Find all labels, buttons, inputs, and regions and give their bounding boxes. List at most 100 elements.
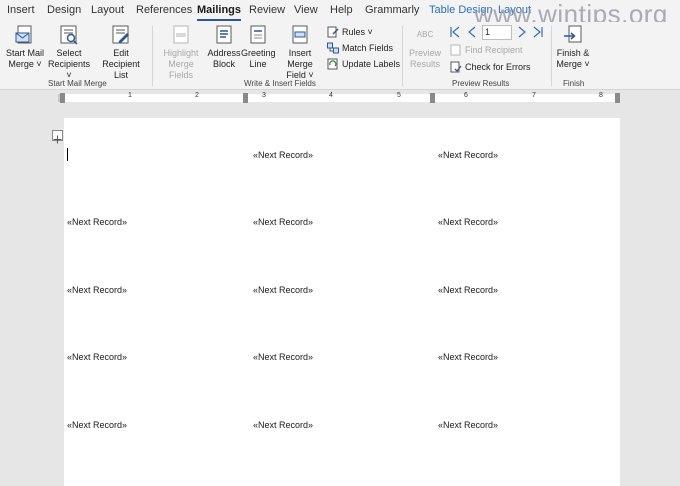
next-record-field[interactable]: «Next Record» [253,285,313,295]
rules-label: Rules ˅ [342,27,373,37]
ruler-number: 4 [329,92,333,99]
next-record-field[interactable]: «Next Record» [67,217,127,227]
match-fields-icon [327,42,339,54]
next-record-field[interactable]: «Next Record» [438,420,498,430]
ribbon-tab-bar: Insert Design Layout References Mailings… [0,0,680,29]
address-block-button[interactable]: Address Block [207,24,241,70]
finish-merge-icon [564,25,582,43]
match-fields-button[interactable]: Match Fields [327,42,393,54]
tab-help[interactable]: Help [330,4,353,16]
ruler-number: 2 [195,92,199,99]
tab-grammarly[interactable]: Grammarly [365,4,419,16]
edit-recipient-list-label-1: Edit [113,48,129,58]
ruler-bar [64,94,620,102]
next-record-field[interactable]: «Next Record» [253,217,313,227]
edit-recipient-list-label-2: Recipient List [102,59,140,80]
greeting-line-button[interactable]: Greeting Line [241,24,276,70]
mail-merge-icon [15,25,32,44]
start-mail-merge-button[interactable]: Start Mail Merge ˅ [4,24,46,70]
next-record-field[interactable]: «Next Record» [67,352,127,362]
highlight-merge-fields-label-2: Merge Fields [168,59,194,80]
address-block-icon [216,25,232,44]
select-recipients-button[interactable]: Select Recipients ˅ [47,24,91,81]
right-indent-marker[interactable] [615,93,620,103]
insert-merge-field-button[interactable]: Insert Merge Field ˅ [275,24,325,81]
preview-abc-icon: ABC [416,30,434,39]
check-errors-icon [450,61,462,73]
document-page[interactable] [64,118,620,486]
next-record-field[interactable]: «Next Record» [438,217,498,227]
group-label-start-mail-merge: Start Mail Merge [48,79,107,88]
start-mail-merge-label-2: Merge ˅ [8,59,42,69]
group-label-write-insert-fields: Write & Insert Fields [244,79,316,88]
select-recipients-label-1: Select [56,48,82,58]
next-record-field[interactable]: «Next Record» [67,285,127,295]
first-record-icon[interactable] [449,26,461,38]
select-recipients-label-2: Recipients ˅ [47,59,91,80]
greeting-line-label-1: Greeting [241,48,276,58]
group-divider [152,26,153,86]
group-label-finish: Finish [563,79,585,88]
update-labels-label: Update Labels [342,59,401,69]
highlight-merge-fields-label-1: Highlight [163,48,199,58]
match-fields-label: Match Fields [342,43,394,53]
ruler-number: 7 [532,92,536,99]
preview-results-label-1: Preview [408,48,441,58]
edit-recipient-list-button[interactable]: Edit Recipient List [94,24,148,81]
greeting-line-label-2: Line [249,59,267,69]
column-marker[interactable] [430,93,435,103]
previous-record-icon[interactable] [466,26,478,38]
address-block-label-1: Address [207,48,241,58]
select-recipients-icon [60,25,78,45]
rules-button[interactable]: Rules ˅ [327,26,373,38]
tab-layout[interactable]: Layout [91,4,124,16]
ruler-number: 6 [464,92,468,99]
next-record-icon[interactable] [516,26,528,38]
text-cursor [67,148,68,161]
preview-results-button[interactable]: ABC Preview Results [405,24,445,70]
left-indent-marker[interactable] [60,93,65,103]
group-label-preview-results: Preview Results [452,79,510,88]
next-record-field[interactable]: «Next Record» [438,150,498,160]
update-labels-icon [327,58,338,70]
group-divider [402,26,403,86]
tab-insert[interactable]: Insert [7,4,35,16]
last-record-icon[interactable] [532,26,544,38]
insert-merge-field-label-1: Insert Merge [287,48,313,69]
next-record-field[interactable]: «Next Record» [253,352,313,362]
rules-icon [327,26,339,38]
edit-list-icon [112,25,129,44]
highlight-fields-icon [173,25,189,44]
next-record-field[interactable]: «Next Record» [438,352,498,362]
mailings-ribbon: Start Mail Merge ˅ Select Recipients ˅ E… [0,22,680,90]
next-record-field[interactable]: «Next Record» [67,420,127,430]
move-icon [53,135,62,144]
find-recipient-button[interactable]: Find Recipient [450,44,523,56]
tab-references[interactable]: References [136,4,192,16]
ruler-number: 8 [599,92,603,99]
find-recipient-label: Find Recipient [465,45,523,55]
find-recipient-icon [450,44,461,56]
tab-design[interactable]: Design [47,4,81,16]
ruler-number: 1 [128,92,132,99]
finish-merge-button[interactable]: Finish & Merge ˅ [554,24,592,70]
finish-merge-label-2: Merge ˅ [556,59,590,69]
next-record-field[interactable]: «Next Record» [438,285,498,295]
table-move-handle[interactable] [52,130,63,144]
ruler-number: 3 [262,92,266,99]
next-record-field[interactable]: «Next Record» [253,150,313,160]
check-for-errors-label: Check for Errors [465,62,531,72]
highlight-merge-fields-button[interactable]: Highlight Merge Fields [155,24,207,81]
insert-merge-field-icon [292,25,308,44]
tab-view[interactable]: View [294,4,318,16]
tab-mailings[interactable]: Mailings [197,4,242,21]
record-number-input[interactable]: 1 [482,25,512,40]
column-marker[interactable] [243,93,248,103]
next-record-field[interactable]: «Next Record» [253,420,313,430]
check-for-errors-button[interactable]: Check for Errors [450,61,531,73]
tab-review[interactable]: Review [249,4,285,16]
address-block-label-2: Block [212,59,235,69]
horizontal-ruler[interactable]: 1 2 3 4 5 6 7 8 [0,91,680,105]
update-labels-button[interactable]: Update Labels [327,58,400,70]
group-divider [551,26,552,86]
